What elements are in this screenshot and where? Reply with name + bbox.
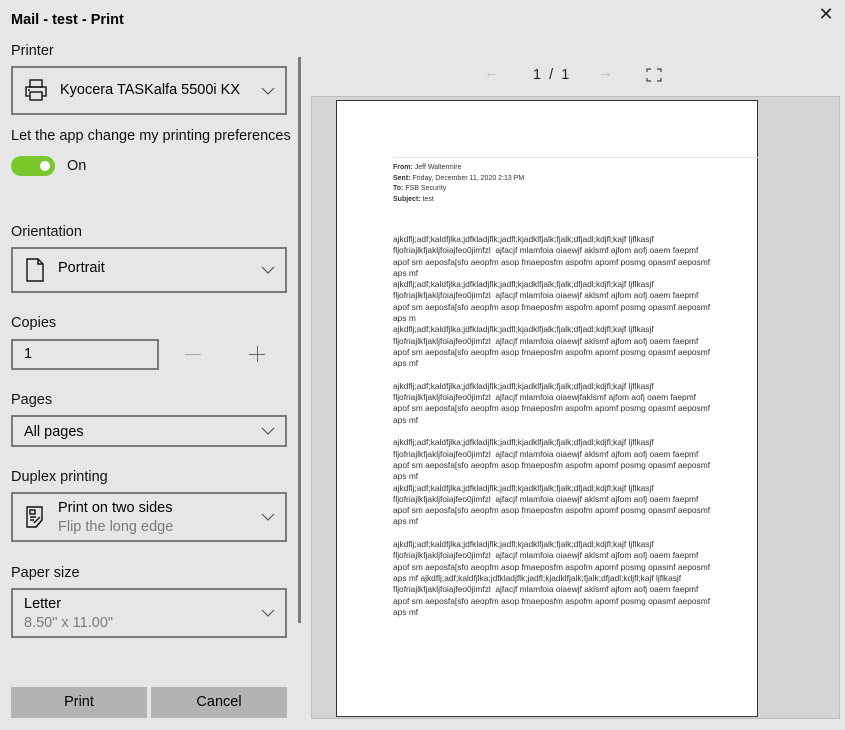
email-sent: Friday, December 11, 2020 2:13 PM <box>410 174 525 182</box>
minus-icon <box>185 354 201 355</box>
body-line: aps m <box>393 313 416 324</box>
page-separator: / <box>549 67 554 83</box>
email-header: From: Jeff Waltermire Sent: Friday, Dece… <box>393 164 525 203</box>
body-line: aps mf ajkdflj;adf;kaldfjlka;jdfkladjflk… <box>393 572 682 583</box>
body-line: fljofriajlkfjakljfoiajfeo0jimfzl ajfacjf… <box>393 550 699 561</box>
chevron-down-icon <box>261 266 275 274</box>
body-line: aps mf <box>393 516 419 527</box>
paper-size-sub: 8.50" x 11.00" <box>24 615 114 631</box>
portrait-page-icon <box>26 258 44 282</box>
body-line <box>393 528 710 539</box>
body-line: aps mf <box>393 358 419 369</box>
paper-size-label: Paper size <box>11 565 80 581</box>
preferences-toggle[interactable] <box>11 156 55 176</box>
body-line: fljofriajlkfjakljfoiajfeo0jimfzl ajfacjf… <box>393 335 699 346</box>
body-line: apof sm aeposfa[sfo aeopfm asop fmaeposf… <box>393 346 711 357</box>
copies-label: Copies <box>11 315 57 331</box>
pages-label: Pages <box>11 392 53 408</box>
settings-scrollbar[interactable] <box>298 57 301 623</box>
body-line: ajkdflj;adf;kaldfjlka;jdfkladjflk;jadfl;… <box>393 437 654 448</box>
printer-label: Printer <box>11 43 54 59</box>
paper-size-select[interactable]: Letter 8.50" x 11.00" <box>11 588 287 638</box>
print-preview: From: Jeff Waltermire Sent: Friday, Dece… <box>311 96 840 719</box>
copies-input[interactable]: 1 <box>11 339 159 370</box>
body-line: aps mf <box>393 471 419 482</box>
total-pages: 1 <box>561 67 570 83</box>
printer-select[interactable]: Kyocera TASKalfa 5500i KX <box>11 66 287 115</box>
body-line: aps mf <box>393 267 419 278</box>
chevron-down-icon <box>261 609 275 617</box>
toggle-state: On <box>67 158 87 174</box>
body-line: apof sm aeposfa[sfo aeopfm asop fmaeposf… <box>393 403 711 414</box>
email-to: FSB Security <box>403 185 447 192</box>
body-line: ajkdflj;adf;kaldfjlka;jdfkladjflk;jadfl;… <box>393 380 654 391</box>
duplex-value: Print on two sides <box>58 500 173 516</box>
orientation-select[interactable]: Portrait <box>11 247 287 293</box>
close-icon[interactable]: ✕ <box>816 4 836 24</box>
page-indicator: 1 / 1 <box>533 67 569 83</box>
cancel-button[interactable]: Cancel <box>151 687 287 718</box>
print-button[interactable]: Print <box>11 687 147 718</box>
pages-value: All pages <box>24 424 84 440</box>
body-line: aps mf <box>393 414 419 425</box>
previous-page-button[interactable]: ← <box>484 64 499 81</box>
fit-page-icon[interactable] <box>646 68 662 82</box>
arrow-left-icon: ← <box>484 64 499 81</box>
decrement-button[interactable] <box>183 345 203 365</box>
body-line: apof sm aeposfa[sfo aeopfm asop fmaeposf… <box>393 459 711 470</box>
duplex-icon <box>26 506 43 528</box>
arrow-right-icon: → <box>598 64 613 81</box>
body-line: fljofriajlkfjakljfoiajfeo0jimfzl ajfacjf… <box>393 584 699 595</box>
body-line <box>393 426 710 437</box>
next-page-button[interactable]: → <box>598 64 613 81</box>
body-line: apof sm aeposfa[sfo aeopfm asop fmaeposf… <box>393 561 711 572</box>
email-body: ajkdflj;adf;kaldfjlka;jdfkladjflk;jadfl;… <box>393 234 710 618</box>
body-line: ajkdflj;adf;kaldfjlka;jdfkladjflk;jadfl;… <box>393 279 654 290</box>
preferences-label: Let the app change my printing preferenc… <box>11 128 291 144</box>
duplex-sub: Flip the long edge <box>58 519 174 535</box>
orientation-label: Orientation <box>11 224 82 240</box>
body-line: ajkdflj;adf;kaldfjlka;jdfkladjflk;jadfl;… <box>393 324 654 335</box>
chevron-down-icon <box>261 513 275 521</box>
body-line <box>393 370 710 381</box>
paper-size-value: Letter <box>24 596 62 612</box>
body-line: fljofriajlkfjakljfoiajfeo0jimfzl ajfacjf… <box>393 245 699 256</box>
body-line: fljofriajlkfjakljfoiajfeo0jimfzl ajfacjf… <box>393 290 699 301</box>
printer-value: Kyocera TASKalfa 5500i KX <box>60 82 241 98</box>
email-subject: test <box>420 195 434 203</box>
duplex-label: Duplex printing <box>11 469 108 485</box>
body-line: apof sm aeposfa[sfo aeopfm asop fmaeposf… <box>393 301 711 312</box>
body-line: apof sm aeposfa[sfo aeopfm asop fmaeposf… <box>393 505 711 516</box>
chevron-down-icon <box>261 87 275 95</box>
header-divider <box>393 157 759 158</box>
increment-button[interactable] <box>247 345 267 365</box>
body-line: ajkdflj;adf;kaldfjlka;jdfkladjflk;jadfl;… <box>393 539 654 550</box>
current-page: 1 <box>533 67 542 83</box>
preview-page: From: Jeff Waltermire Sent: Friday, Dece… <box>336 100 759 717</box>
body-line: ajkdflj;adf;kaldfjlka;jdfkladjflk;jadfl;… <box>393 234 654 244</box>
email-from: Jeff Waltermire <box>412 164 462 171</box>
body-line: aps mf <box>393 606 419 617</box>
body-line: apof sm aeposfa[sfo aeopfm asop fmaeposf… <box>393 595 711 606</box>
body-line: fljofriajlkfjakljfoiajfeo0jimfzl ajfacjf… <box>393 493 699 504</box>
orientation-value: Portrait <box>58 260 105 276</box>
printer-icon <box>25 79 47 101</box>
body-line: apof sm aeposfa[sfo aeopfm asop fmaeposf… <box>393 256 711 267</box>
pages-select[interactable]: All pages <box>11 415 287 447</box>
chevron-down-icon <box>261 427 275 435</box>
duplex-select[interactable]: Print on two sides Flip the long edge <box>11 492 287 542</box>
body-line: fljofriajlkfjakljfoiajfeo0jimfzl ajfacjf… <box>393 448 699 459</box>
body-line: fljofriajlkfjakljfoiajfeo0jimfzl ajfacjf… <box>393 392 697 403</box>
body-line: ajkdflj;adf;kaldfjlka;jdfkladjflk;jadfl;… <box>393 482 654 493</box>
